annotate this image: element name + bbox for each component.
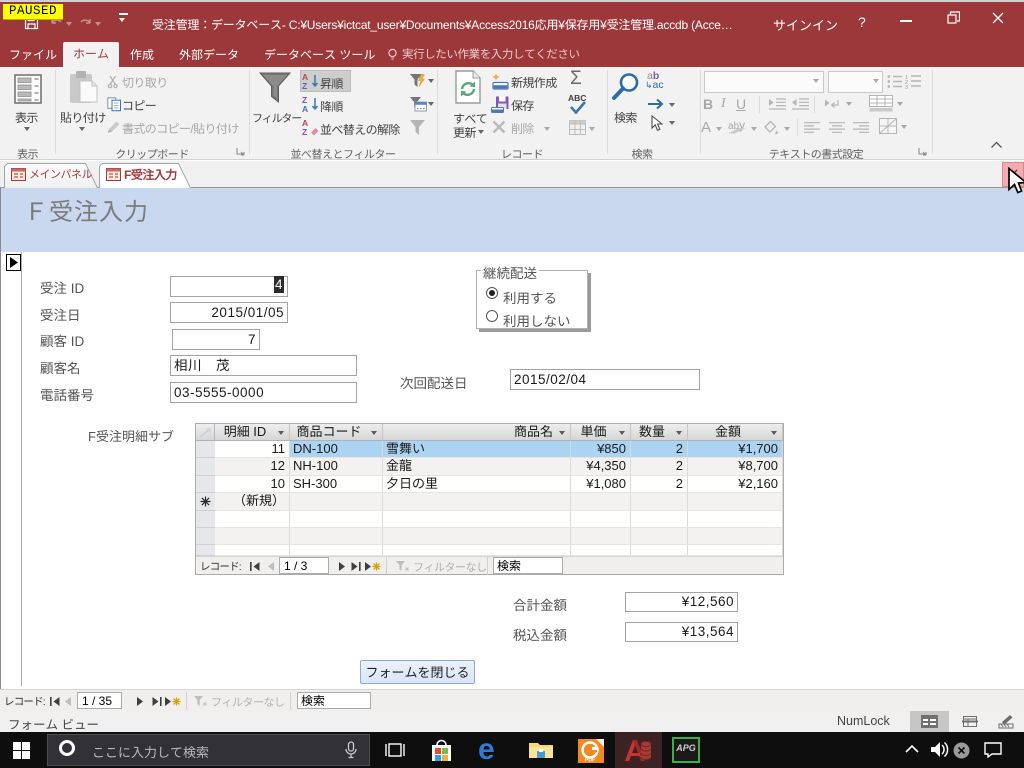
svg-text:3: 3 xyxy=(905,85,908,89)
svg-text:Z: Z xyxy=(302,127,307,136)
svg-text:A: A xyxy=(302,104,308,113)
svg-text:PDF: PDF xyxy=(585,758,595,764)
svg-text:Z: Z xyxy=(302,81,307,90)
